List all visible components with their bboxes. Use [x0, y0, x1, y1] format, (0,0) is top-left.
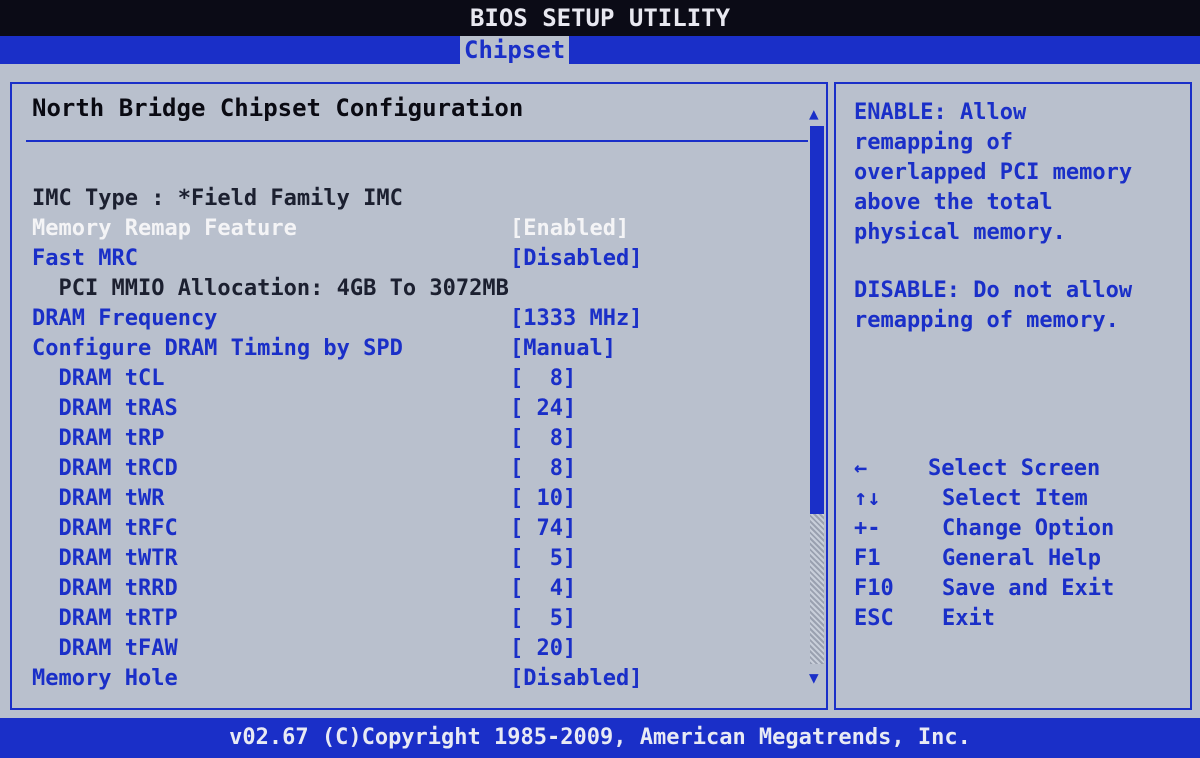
setting-label: Configure DRAM Timing by SPD — [32, 336, 403, 361]
setting-value[interactable]: [ 10] — [510, 484, 576, 514]
setting-label: Fast MRC — [32, 246, 138, 271]
scroll-down-icon[interactable]: ▼ — [809, 670, 819, 686]
setting-label: DRAM tFAW — [32, 636, 178, 661]
help-disable-text: DISABLE: Do not allow remapping of memor… — [854, 278, 1133, 333]
key-name: +- — [854, 516, 881, 541]
key-name: F10 — [854, 576, 894, 601]
imc-type-label: IMC Type : *Field Family IMC — [32, 186, 403, 211]
copyright-footer: v02.67 (C)Copyright 1985-2009, American … — [0, 718, 1200, 758]
setting-label: Memory Remap Feature — [32, 216, 297, 241]
key-description: Save and Exit — [942, 576, 1115, 601]
setting-value[interactable]: [ 8] — [510, 424, 576, 454]
key-description: Select Screen — [928, 456, 1101, 481]
setting-value[interactable]: [ 20] — [510, 634, 576, 664]
setting-value[interactable]: [1333 MHz] — [510, 304, 642, 334]
setting-value[interactable]: [Manual] — [510, 334, 616, 364]
setting-label: DRAM tRFC — [32, 516, 178, 541]
setting-value[interactable]: [ 5] — [510, 544, 576, 574]
scrollbar-track[interactable] — [810, 514, 824, 664]
setting-value[interactable]: [Disabled] — [510, 244, 642, 274]
imc-type-info: IMC Type : *Field Family IMC — [0, 154, 403, 211]
setting-value[interactable]: [ 74] — [510, 514, 576, 544]
setting-value[interactable]: [Enabled] — [510, 214, 629, 244]
setting-label: Memory Hole — [32, 666, 178, 691]
setting-label: DRAM tRCD — [32, 456, 178, 481]
key-name: ← — [854, 456, 868, 481]
setting-label: DRAM tRTP — [32, 606, 178, 631]
menu-bar: Chipset — [0, 36, 1200, 64]
scrollbar-thumb[interactable] — [810, 126, 824, 514]
setting-label: PCI MMIO Allocation: 4GB To 3072MB — [32, 276, 509, 301]
setting-value[interactable]: [ 24] — [510, 394, 576, 424]
bios-screen: BIOS SETUP UTILITY Chipset North Bridge … — [0, 0, 1200, 758]
key-description: Change Option — [942, 516, 1115, 541]
key-description: General Help — [942, 546, 1101, 571]
key-description: Select Item — [942, 486, 1088, 511]
key-name: ↑↓ — [854, 486, 881, 511]
key-name: ESC — [854, 606, 894, 631]
setting-label: DRAM tRP — [32, 426, 165, 451]
help-enable-text: ENABLE: Allow remapping of overlapped PC… — [854, 100, 1133, 245]
setting-value[interactable]: [Disabled] — [510, 664, 642, 694]
setting-label: DRAM tCL — [32, 366, 165, 391]
setting-value[interactable]: [ 5] — [510, 604, 576, 634]
scroll-up-icon[interactable]: ▲ — [809, 106, 819, 122]
key-description: Exit — [942, 606, 995, 631]
setting-label: DRAM tRAS — [32, 396, 178, 421]
setting-label: DRAM tWR — [32, 486, 165, 511]
setting-value[interactable]: [ 8] — [510, 364, 576, 394]
setting-label: DRAM Frequency — [32, 306, 218, 331]
key-name: F1 — [854, 546, 881, 571]
heading-divider — [26, 140, 808, 142]
setting-value[interactable]: [ 4] — [510, 574, 576, 604]
app-title: BIOS SETUP UTILITY — [0, 0, 1200, 36]
page-title: North Bridge Chipset Configuration — [32, 94, 524, 122]
tab-chipset[interactable]: Chipset — [460, 36, 570, 64]
setting-label: DRAM tWTR — [32, 546, 178, 571]
setting-value[interactable]: [ 8] — [510, 454, 576, 484]
setting-label: DRAM tRRD — [32, 576, 178, 601]
